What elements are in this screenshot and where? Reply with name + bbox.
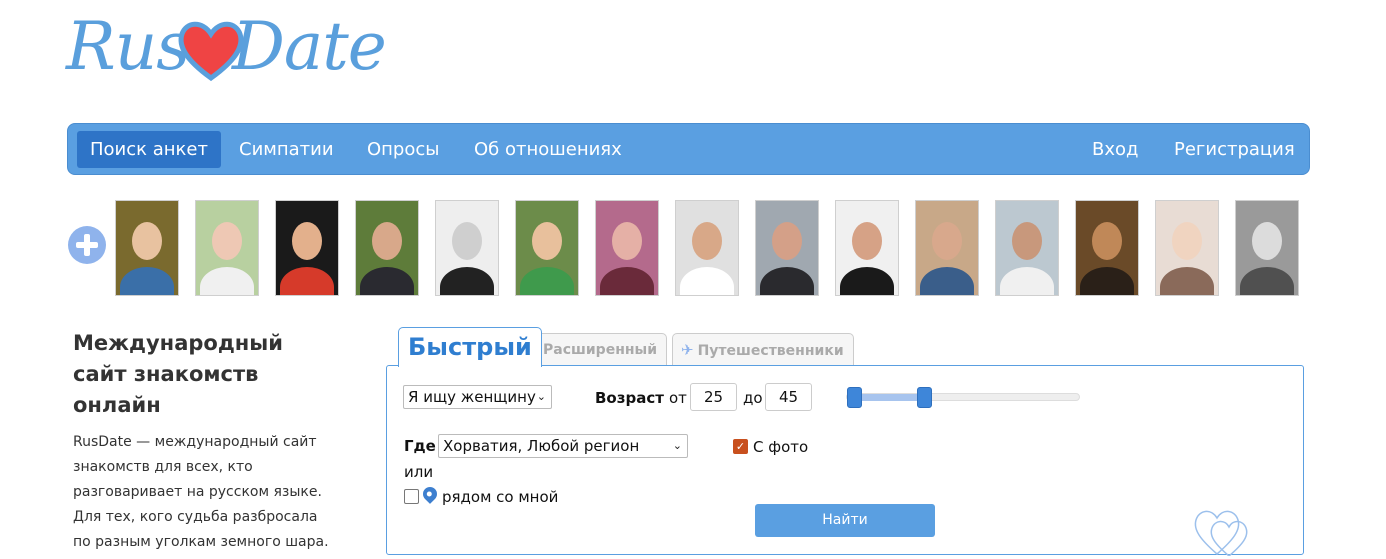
age-slider-min-handle[interactable] [847,387,862,408]
thumbnail-body [520,267,574,295]
thumbnail-face [1012,221,1042,260]
profile-thumbnail[interactable] [675,200,739,296]
thumbnail-face [692,221,722,260]
age-label: Возраст [595,389,664,407]
thumbnail-face [452,221,482,260]
with-photo-checkbox[interactable]: ✓ [733,439,748,454]
thumbnail-body [1080,267,1134,295]
thumbnail-body [1240,267,1294,295]
profile-thumbnail[interactable] [915,200,979,296]
thumbnail-body [360,267,414,295]
find-button[interactable]: Найти [755,504,935,537]
plus-circle-icon[interactable] [68,226,106,264]
thumbnail-body [440,267,494,295]
profile-thumbnail[interactable] [115,200,179,296]
profile-thumbnail[interactable] [275,200,339,296]
profile-thumbnail[interactable] [1155,200,1219,296]
thumbnail-face [932,221,962,260]
age-to-input[interactable]: 45 [765,383,812,411]
thumbnail-face [292,221,322,260]
or-label: или [404,463,434,481]
nav-about-relationships[interactable]: Об отношениях [474,131,622,168]
profile-thumbnail[interactable] [195,200,259,296]
looking-for-value: Я ищу женщину [408,388,536,406]
profile-thumbnail[interactable] [755,200,819,296]
age-slider-max-handle[interactable] [917,387,932,408]
chevron-down-icon: ⌄ [536,390,546,403]
main-nav: Поиск анкет Симпатии Опросы Об отношения… [67,123,1310,175]
nav-polls[interactable]: Опросы [367,131,439,168]
thumbnail-face [852,221,882,260]
thumbnail-body [280,267,334,295]
tab-travelers-label: Путешественники [697,343,844,359]
profile-thumbnail[interactable] [435,200,499,296]
nav-register[interactable]: Регистрация [1174,131,1295,168]
thumbnail-face [212,221,242,260]
with-photo-label[interactable]: С фото [753,438,808,456]
thumbnail-face [132,221,162,260]
location-select[interactable]: Хорватия, Любой регион ⌄ [438,434,688,458]
thumbnail-body [200,267,254,295]
near-me-checkbox[interactable] [404,489,419,504]
nav-likes[interactable]: Симпатии [239,131,334,168]
profile-thumbnail[interactable] [595,200,659,296]
age-from-label: от [669,389,687,407]
logo-text-rus: Rus [66,8,190,85]
thumbnail-body [120,267,174,295]
thumbnail-face [612,221,642,260]
thumbnail-body [1000,267,1054,295]
thumbnail-face [1252,221,1282,260]
thumbnail-face [372,221,402,260]
profile-thumbnail[interactable] [995,200,1059,296]
site-logo[interactable]: Rus Date [66,8,396,90]
where-label: Где [404,437,436,455]
thumbnail-face [772,221,802,260]
logo-text-date: Date [232,8,387,85]
thumbnail-face [532,221,562,260]
nav-login[interactable]: Вход [1092,131,1138,168]
thumbnail-body [920,267,974,295]
nav-search-profiles[interactable]: Поиск анкет [77,131,221,168]
tab-travelers[interactable]: ✈ Путешественники [672,333,854,365]
quick-search-panel: Я ищу женщину ⌄ Возраст от 25 до 45 Где … [386,365,1304,556]
intro-text: RusDate — международный сайт знакомств д… [73,434,329,550]
thumbnail-body [680,267,734,295]
thumbnail-face [1172,221,1202,260]
profile-thumbnail[interactable] [1075,200,1139,296]
age-to-label: до [743,389,763,407]
intro-title: Международный сайт знакомств онлайн [73,331,283,417]
airplane-icon: ✈ [681,341,694,359]
tab-extended-search[interactable]: Расширенный [533,333,668,365]
profile-thumbnail[interactable] [515,200,579,296]
chevron-down-icon: ⌄ [672,439,682,452]
age-from-input[interactable]: 25 [690,383,737,411]
thumbnail-body [600,267,654,295]
thumbnail-face [1092,221,1122,260]
profile-thumbnail[interactable] [835,200,899,296]
hearts-decoration-icon [1194,510,1248,556]
tab-quick-search[interactable]: Быстрый [398,327,542,367]
profile-thumbnail[interactable] [1235,200,1299,296]
profile-thumbnail[interactable] [355,200,419,296]
location-pin-icon [420,484,440,504]
thumbnail-body [1160,267,1214,295]
location-value: Хорватия, Любой регион [443,437,640,455]
near-me-label[interactable]: рядом со мной [442,488,558,506]
thumbnail-body [760,267,814,295]
age-slider-range [855,394,925,401]
looking-for-select[interactable]: Я ищу женщину ⌄ [403,385,552,409]
thumbnail-body [840,267,894,295]
